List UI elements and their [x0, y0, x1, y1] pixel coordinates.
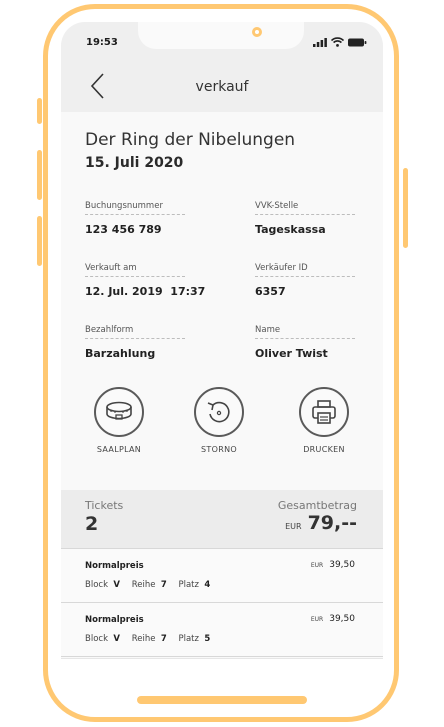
page-title: verkauf	[195, 79, 249, 95]
ticket-amount: 39,50	[329, 560, 355, 570]
action-label: SAALPLAN	[96, 445, 142, 454]
total-label: Gesamtbetrag	[277, 499, 357, 512]
customer-name-field: Name Oliver Twist	[255, 325, 355, 360]
ticket-type: Normalpreis	[85, 615, 144, 625]
seat-value: 4	[204, 580, 211, 590]
ticket-seat: Block V Reihe 7 Platz 4	[85, 580, 219, 590]
app-screen: 19:53 verkauf Der Ring der Nibelungen 15…	[61, 22, 383, 658]
battery-icon	[348, 38, 367, 46]
camera-icon	[252, 27, 262, 37]
ticket-price: EUR 39,50	[311, 560, 355, 570]
print-button[interactable]: DRUCKEN	[284, 387, 364, 454]
ticket-price: EUR 39,50	[311, 614, 355, 624]
ticket-row[interactable]: Normalpreis EUR 39,50 Block V Reihe 7 Pl…	[61, 548, 383, 603]
wifi-icon	[331, 37, 344, 47]
field-value: 123 456 789	[85, 223, 162, 236]
action-label: STORNO	[201, 445, 237, 454]
tickets-count: 2	[85, 513, 99, 535]
ticket-seat: Block V Reihe 7 Platz 5	[85, 634, 219, 644]
order-summary: Tickets 2 Gesamtbetrag EUR 79,--	[61, 490, 383, 548]
status-bar: 19:53	[61, 22, 383, 62]
field-label: Verkauft am	[85, 263, 185, 277]
field-label: Bezahlform	[85, 325, 185, 339]
field-value: 12. Jul. 2019 17:37	[85, 285, 206, 298]
undo-icon	[207, 401, 230, 423]
field-label: Name	[255, 325, 355, 339]
action-label: DRUCKEN	[303, 445, 345, 454]
status-time: 19:53	[86, 37, 118, 48]
row-value: 7	[160, 580, 167, 590]
total-amount-group: EUR 79,--	[285, 512, 357, 534]
ticket-currency: EUR	[310, 616, 324, 623]
ticket-type: Normalpreis	[85, 561, 144, 571]
seat-value: 5	[204, 634, 211, 644]
sold-on-field: Verkauft am 12. Jul. 2019 17:37	[85, 263, 206, 298]
tickets-label: Tickets	[85, 499, 124, 512]
status-icons	[313, 37, 367, 47]
seating-plan-button[interactable]: SAALPLAN	[79, 387, 159, 454]
ticket-amount: 39,50	[329, 614, 355, 624]
header-bar: verkauf	[61, 62, 383, 112]
total-currency: EUR	[285, 522, 302, 531]
seat-label: Platz	[178, 580, 199, 590]
booking-number-field: Buchungsnummer 123 456 789	[85, 201, 185, 236]
printer-icon	[312, 400, 336, 424]
field-value: 6357	[255, 285, 286, 298]
seller-id-field: Verkäufer ID 6357	[255, 263, 355, 298]
block-value: V	[113, 580, 120, 590]
field-label: Buchungsnummer	[85, 201, 185, 215]
volume-up-button	[37, 150, 42, 200]
notch	[138, 22, 304, 49]
row-label: Reihe	[131, 634, 156, 644]
field-label: VVK-Stelle	[255, 201, 355, 215]
block-label: Block	[85, 580, 108, 590]
field-value: Oliver Twist	[255, 347, 328, 360]
seating-plan-icon	[106, 401, 132, 420]
action-circle	[194, 387, 244, 437]
event-date: 15. Juli 2020	[85, 155, 184, 171]
seat-label: Platz	[178, 634, 199, 644]
field-value: Tageskassa	[255, 223, 326, 236]
presale-office-field: VVK-Stelle Tageskassa	[255, 201, 355, 236]
power-button	[403, 168, 408, 248]
mute-switch	[37, 98, 42, 124]
action-circle	[299, 387, 349, 437]
ticket-row[interactable]: Normalpreis EUR 39,50 Block V Reihe 7 Pl…	[61, 602, 383, 657]
block-value: V	[113, 634, 120, 644]
cancel-sale-button[interactable]: STORNO	[179, 387, 259, 454]
signal-icon	[313, 37, 327, 47]
total-amount: 79,--	[307, 512, 357, 534]
payment-method-field: Bezahlform Barzahlung	[85, 325, 185, 360]
field-value: Barzahlung	[85, 347, 156, 360]
ticket-currency: EUR	[310, 562, 324, 569]
action-circle	[94, 387, 144, 437]
home-indicator[interactable]	[137, 696, 307, 704]
block-label: Block	[85, 634, 108, 644]
event-title: Der Ring der Nibelungen	[85, 130, 296, 150]
row-label: Reihe	[131, 580, 156, 590]
field-label: Verkäufer ID	[255, 263, 355, 277]
row-value: 7	[160, 634, 167, 644]
volume-down-button	[37, 216, 42, 266]
